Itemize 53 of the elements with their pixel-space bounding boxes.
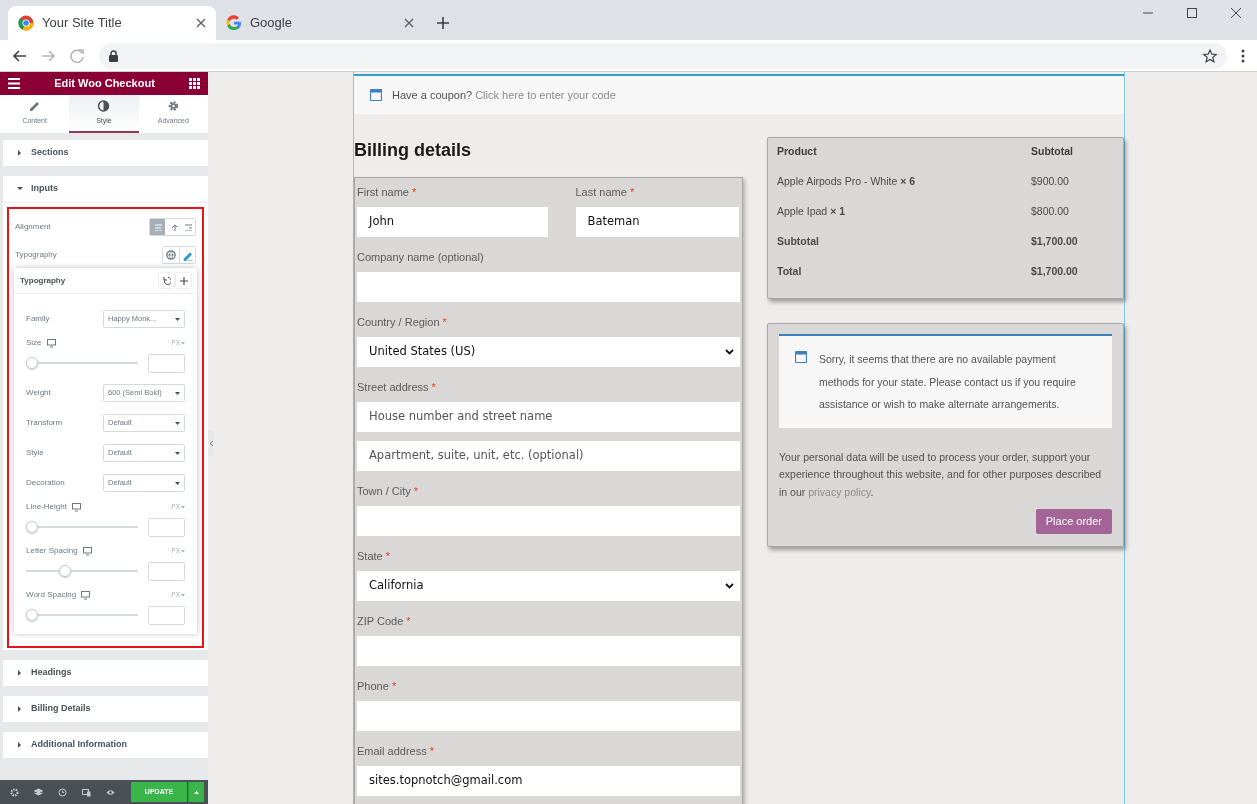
field-label: Email address * (357, 744, 436, 758)
control-label: Alignment (15, 221, 51, 233)
control-label: Word Spacing (26, 589, 77, 601)
browser-tab[interactable]: Your Site Title (8, 6, 216, 40)
section-header[interactable]: Sections (3, 140, 208, 166)
control-label: Line-Height (26, 501, 67, 513)
place-order-button[interactable]: Place order (1035, 509, 1112, 534)
popover-title: Typography (20, 274, 66, 287)
section-header[interactable]: Additional Information (3, 732, 208, 758)
input-field[interactable]: sites.topnotch@gmail.com (357, 766, 740, 796)
field-label: Street address * (357, 380, 437, 394)
field-label: State * (357, 549, 392, 563)
product-cell-text: Total (777, 264, 803, 279)
control-label: Letter Spacing (26, 545, 78, 557)
field-label: ZIP Code * (357, 614, 412, 628)
input-field[interactable]: Apartment, suite, unit, etc. (optional) (357, 441, 740, 471)
product-cell-text: Subtotal (777, 234, 820, 249)
control-label: Family (26, 313, 50, 325)
control-label: Style (26, 447, 44, 459)
amount-cell-text: $900.00 (1031, 174, 1069, 189)
control-label: Transform (26, 417, 63, 429)
dropdown-field[interactable]: United States (US) (357, 337, 740, 367)
control-label: Weight (26, 387, 51, 399)
input-field[interactable]: Bateman (575, 207, 739, 237)
section-header[interactable]: Billing Details (3, 696, 208, 722)
field-label: Company name (optional) (357, 250, 485, 264)
amount-cell-text: $800.00 (1031, 204, 1069, 219)
notice-text: Sorry, it seems that there are no available payment methods for your state. Please contact us if you require assistance or wish to make alternate arrangements. (819, 352, 1077, 412)
column-header: Subtotal (1031, 144, 1073, 159)
amount-cell-text: $1,700.00 (1031, 234, 1078, 249)
control-label: Size (26, 337, 42, 349)
control-label: Typography (15, 249, 57, 261)
control-label: Decoration (26, 477, 65, 489)
coupon-text: Have a coupon? Click here to enter your code (392, 87, 616, 103)
product-cell-text: Apple Airpods Pro - White × 6 (777, 174, 917, 189)
input-field[interactable]: House number and street name (357, 402, 740, 432)
field-label: First name * (357, 185, 418, 199)
section-header[interactable]: Headings (3, 660, 208, 686)
field-label: Town / City * (357, 484, 420, 498)
tab-title: Your Site Title (42, 14, 123, 33)
amount-cell-text: $1,700.00 (1031, 264, 1078, 279)
privacy-text: Your personal data will be used to process your order, support your experience throughout this website, and for other purposes described in our privacy policy. (779, 449, 1103, 500)
field-label: Phone * (357, 679, 398, 693)
field-label: Last name * (575, 185, 636, 199)
input-field[interactable]: John (357, 207, 548, 237)
column-header: Product (777, 144, 818, 159)
field-label: Country / Region * (357, 315, 448, 329)
panel-title: Edit Woo Checkout (54, 76, 155, 92)
dropdown-field[interactable]: California (357, 571, 740, 601)
section-header[interactable]: Inputs (3, 176, 208, 202)
tab-title: Google (250, 14, 293, 33)
section-heading: Billing details (354, 139, 473, 162)
product-cell-text: Apple Ipad × 1 (777, 204, 847, 219)
